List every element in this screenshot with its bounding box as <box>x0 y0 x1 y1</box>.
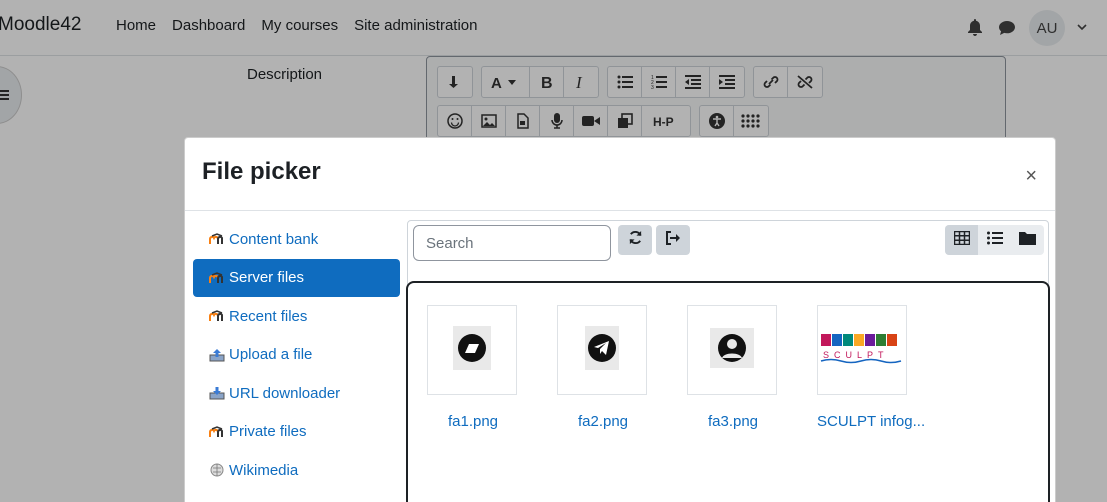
file-item[interactable]: fa2.png <box>557 305 649 430</box>
file-thumbnail[interactable] <box>427 305 517 395</box>
repo-private-files[interactable]: Private files <box>193 413 400 452</box>
file-grid: fa1.png fa2.png fa3.png SCULPT SCULPT in… <box>406 281 1050 502</box>
file-picker-dialog: File picker × Content bank Server files … <box>184 137 1056 502</box>
file-name[interactable]: fa3.png <box>687 413 779 430</box>
grid-icon <box>953 230 970 250</box>
file-item[interactable]: fa1.png <box>427 305 519 430</box>
file-thumbnail[interactable] <box>687 305 777 395</box>
logout-button[interactable] <box>656 225 690 255</box>
file-name[interactable]: fa2.png <box>557 413 649 430</box>
list-icon <box>986 231 1003 250</box>
folder-icon <box>1019 231 1036 250</box>
repo-upload-file[interactable]: Upload a file <box>193 336 400 375</box>
refresh-icon <box>628 230 643 250</box>
file-thumbnail[interactable]: SCULPT <box>817 305 907 395</box>
moodle-icon <box>209 425 225 439</box>
close-button[interactable]: × <box>1025 166 1037 186</box>
svg-text:SCULPT: SCULPT <box>823 350 889 360</box>
file-name[interactable]: fa1.png <box>427 413 519 430</box>
user-circle-icon <box>710 327 754 373</box>
refresh-button[interactable] <box>618 225 652 255</box>
sculpt-thumbnail: SCULPT <box>819 332 905 369</box>
telegram-icon <box>585 325 619 375</box>
moodle-icon <box>209 232 225 246</box>
moodle-icon <box>209 271 225 285</box>
file-name[interactable]: SCULPT infog... <box>817 413 925 430</box>
wikimedia-icon <box>209 463 225 477</box>
repo-url-downloader[interactable]: URL downloader <box>193 374 400 413</box>
tree-view-button[interactable] <box>1011 225 1044 255</box>
url-download-icon <box>209 386 225 400</box>
file-item[interactable]: fa3.png <box>687 305 779 430</box>
list-view-button[interactable] <box>978 225 1011 255</box>
repo-recent-files[interactable]: Recent files <box>193 297 400 336</box>
sign-out-icon <box>665 230 681 250</box>
repo-content-bank[interactable]: Content bank <box>193 220 400 259</box>
upload-icon <box>209 348 225 362</box>
fa1-icon <box>453 325 491 375</box>
search-input[interactable] <box>413 225 611 261</box>
file-item[interactable]: SCULPT SCULPT infog... <box>817 305 925 430</box>
file-thumbnail[interactable] <box>557 305 647 395</box>
view-mode-switcher <box>945 225 1044 255</box>
repository-list: Content bank Server files Recent files U… <box>193 220 400 490</box>
file-browser-panel: fa1.png fa2.png fa3.png SCULPT <box>406 220 1050 502</box>
modal-header: File picker × <box>185 138 1055 211</box>
grid-view-button[interactable] <box>945 225 978 255</box>
repo-wikimedia[interactable]: Wikimedia <box>193 451 400 490</box>
repo-server-files[interactable]: Server files <box>193 258 400 297</box>
moodle-icon <box>209 309 225 323</box>
modal-title: File picker <box>202 158 321 185</box>
